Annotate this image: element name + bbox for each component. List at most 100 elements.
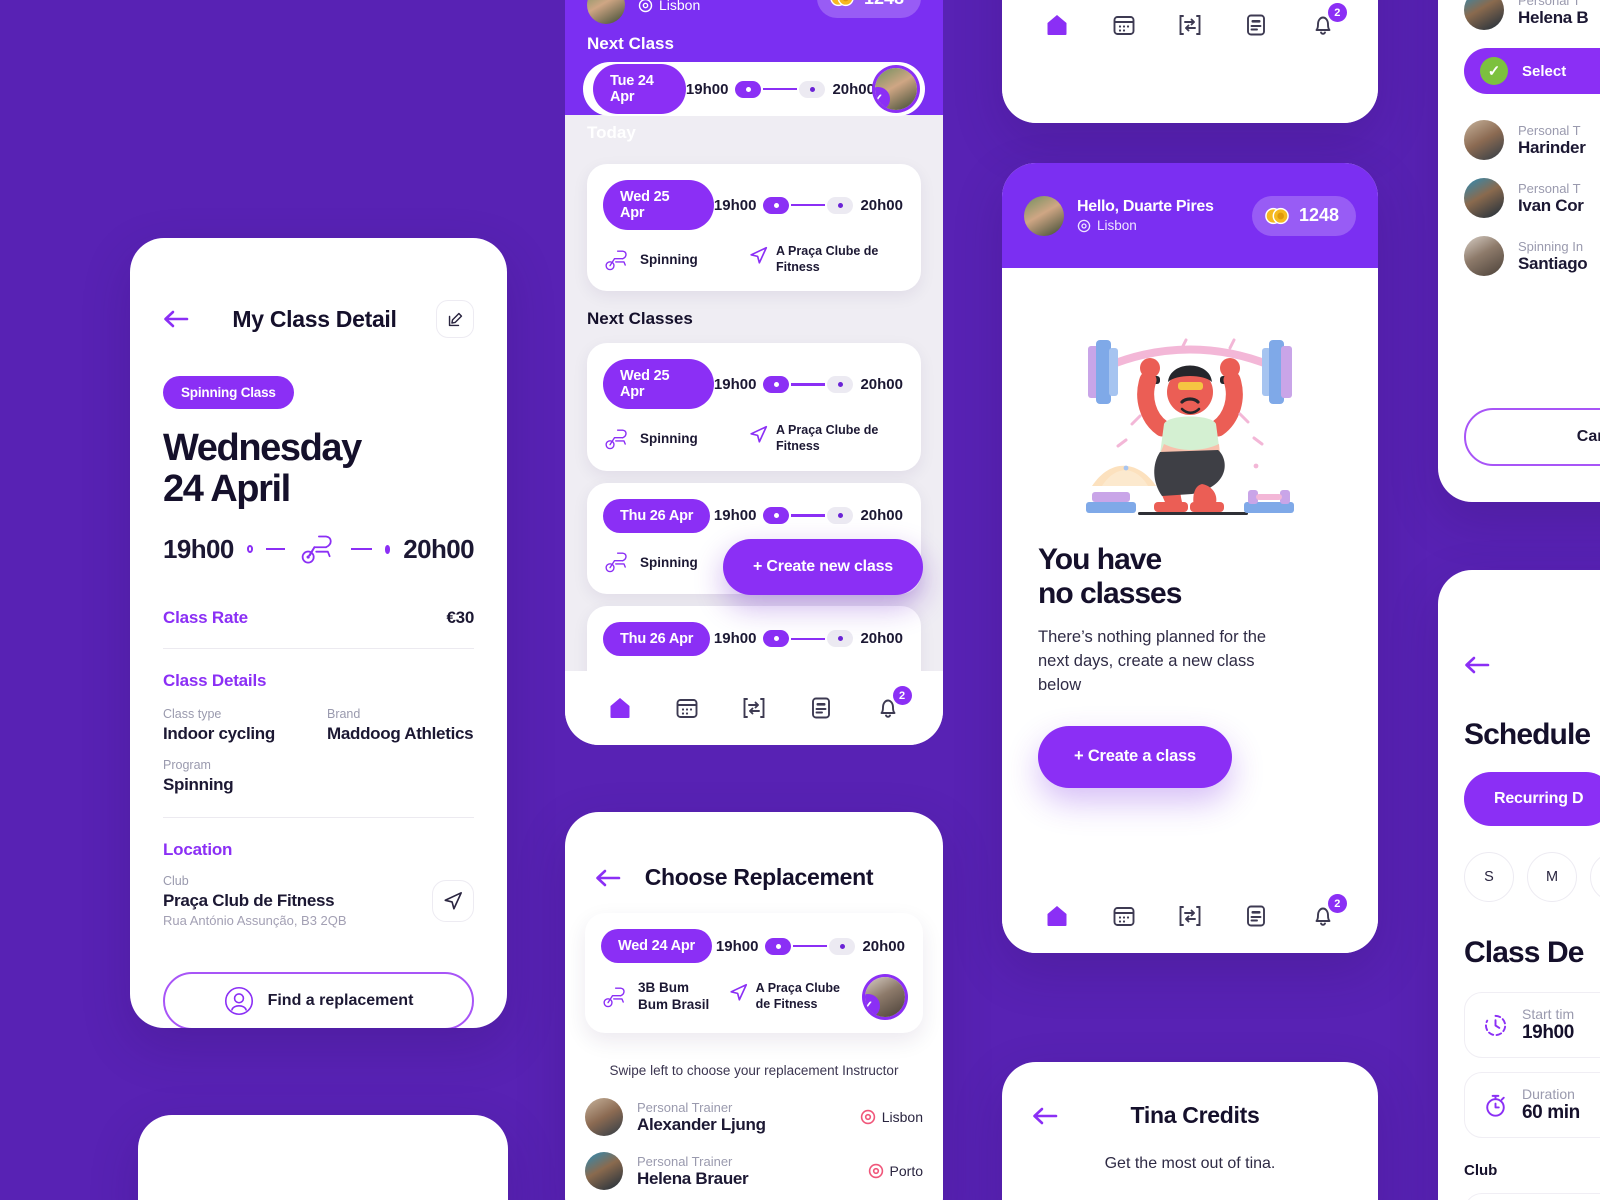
- trainer-list-item[interactable]: Personal Trainer Helena Brauer Porto: [585, 1152, 923, 1190]
- notification-badge: 2: [892, 686, 912, 705]
- replacement-class-card[interactable]: Wed 24 Apr 19h00 20h00 3B Bum Bum Brasil…: [585, 913, 923, 1033]
- field-label: Program: [163, 758, 211, 773]
- trainer-row-highlight[interactable]: Personal T Helena B: [1464, 0, 1600, 30]
- nav-home[interactable]: [1040, 8, 1074, 42]
- class-program: 3B Bum Bum Brasil: [601, 980, 715, 1014]
- class-details-title: Class De: [1464, 936, 1584, 969]
- nav-notifications[interactable]: 2: [1306, 3, 1347, 42]
- trainer-list-item[interactable]: Personal Trainer Alexander Ljung Lisbon: [585, 1098, 923, 1136]
- class-timeline: 19h00 20h00: [714, 630, 903, 648]
- avatar[interactable]: [587, 0, 625, 24]
- nav-preview-card: Thu 26 Apr 19h00 20h00: [1002, 0, 1378, 123]
- edit-button[interactable]: [436, 300, 474, 338]
- back-arrow-icon[interactable]: [1464, 656, 1494, 674]
- nav-calendar[interactable]: [1107, 8, 1141, 42]
- class-list-item[interactable]: Thu 26 Apr19h0020h00SpinningA Praça Club…: [587, 605, 921, 681]
- trainer-list: Personal Trainer Alexander Ljung Lisbon Per…: [585, 1098, 923, 1190]
- find-replacement-label: Find a replacement: [267, 992, 414, 1010]
- create-new-class-button[interactable]: + Create new class: [722, 539, 923, 595]
- location-pin-icon: [638, 0, 653, 13]
- credits-subtitle: Get the most out of tina.: [1104, 1155, 1276, 1172]
- select-trainer-item[interactable]: Spinning In Santiago: [1464, 236, 1600, 276]
- credits-chip[interactable]: 1248: [816, 0, 921, 18]
- city-label: Lisbon: [659, 0, 701, 13]
- class-type-badge: Spinning Class: [163, 376, 294, 409]
- timeline-start-dot: [763, 507, 790, 524]
- class-timeline: 19h00 20h00: [714, 196, 903, 214]
- page-title: Choose Replacement: [644, 864, 874, 890]
- empty-state-card: Hello, Duarte Pires Lisbon 1248 You have…: [1002, 163, 1378, 953]
- weekday-s[interactable]: S: [1464, 852, 1514, 902]
- partial-bottom-left-card: [138, 1115, 508, 1200]
- cancel-button[interactable]: Cancel: [1464, 408, 1600, 466]
- class-location: A Praça Clube de Fitness: [729, 981, 851, 1012]
- nav-swap[interactable]: [1173, 8, 1207, 42]
- duration-field[interactable]: Duration 60 min: [1464, 1072, 1600, 1138]
- end-time: 20h00: [832, 80, 875, 98]
- avatar: [585, 1152, 623, 1190]
- select-action-button[interactable]: ✓ Select: [1464, 48, 1600, 94]
- select-trainer-item[interactable]: Personal T Harinder: [1464, 120, 1600, 160]
- class-list-item[interactable]: Wed 25 Apr 19h00 20h00 Spinning A Praça Club…: [587, 343, 921, 471]
- timeline-line: [763, 87, 798, 91]
- field-program: Program Spinning: [163, 758, 474, 795]
- nav-home[interactable]: [603, 691, 637, 725]
- trainer-name: Alexander Ljung: [637, 1114, 766, 1134]
- nav-document[interactable]: [1239, 8, 1273, 42]
- timeline-line: [791, 637, 826, 640]
- coins-icon: [1264, 204, 1290, 228]
- nav-home[interactable]: [1040, 899, 1074, 933]
- notification-badge: 2: [1327, 894, 1347, 913]
- nav-notifications[interactable]: 2: [1306, 894, 1347, 933]
- club-address: Rua António Assunção, B3 2QB: [163, 913, 347, 929]
- next-class-row[interactable]: Tue 24 Apr 19h00 20h00 ✓: [583, 62, 925, 116]
- instructor-avatar[interactable]: ✓: [875, 68, 917, 110]
- field-value: 19h00: [1522, 1022, 1574, 1043]
- page-title: Tina Credits: [1130, 1102, 1260, 1128]
- class-location: A Praça Clube de Fitness: [749, 244, 884, 275]
- back-arrow-icon[interactable]: [163, 310, 193, 328]
- create-class-button[interactable]: + Create a class: [1038, 725, 1233, 788]
- avatar[interactable]: [1024, 195, 1064, 236]
- choose-replacement-card: Choose Replacement Wed 24 Apr 19h00 20h0…: [565, 812, 943, 1200]
- city-label: Lisbon: [1097, 218, 1137, 233]
- trainer-city: Lisbon: [860, 1109, 923, 1125]
- nav-notifications[interactable]: 2: [871, 686, 912, 725]
- nav-swap[interactable]: [1173, 899, 1207, 933]
- timeline-end-dot: [827, 375, 854, 393]
- nav-calendar[interactable]: [1107, 899, 1141, 933]
- end-time: 20h00: [403, 533, 474, 564]
- swipe-hint: Swipe left to choose your replacement In…: [609, 1063, 899, 1078]
- club-name: A Praça Clube de Fitness: [776, 423, 879, 453]
- class-rate-label: Class Rate: [163, 608, 248, 628]
- nav-document[interactable]: [1239, 899, 1273, 933]
- find-replacement-button[interactable]: Find a replacement: [163, 972, 474, 1028]
- end-time: 20h00: [860, 196, 903, 214]
- field-label: Class type: [163, 707, 222, 722]
- select-trainer-panel: Personal T Helena B ✓ Select Personal TH…: [1438, 0, 1600, 502]
- edit-pencil-icon: [447, 311, 464, 328]
- weekday-m[interactable]: M: [1527, 852, 1577, 902]
- field-value: Indoor cycling: [163, 724, 275, 744]
- select-trainer-item[interactable]: Personal T Ivan Cor: [1464, 178, 1600, 218]
- schedule-panel: Schedule Recurring D S M Class De Start …: [1438, 570, 1600, 1200]
- program-name: Spinning: [640, 554, 698, 570]
- next-classes-list: Wed 25 Apr 19h00 20h00 Spinning A Praça Club…: [587, 343, 921, 681]
- nav-swap[interactable]: [737, 691, 771, 725]
- nav-calendar[interactable]: [670, 691, 704, 725]
- bottom-nav: 2: [1002, 879, 1378, 953]
- navigate-button[interactable]: [432, 880, 474, 923]
- instructor-avatar[interactable]: ✓: [865, 977, 905, 1017]
- timeline-line: [791, 203, 826, 207]
- start-time-field[interactable]: Start tim 19h00: [1464, 992, 1600, 1058]
- next-class-day: Tue 24 Apr: [593, 64, 686, 114]
- today-class-card[interactable]: Wed 25 Apr 19h00 20h00 Spinning A Praça …: [587, 164, 921, 292]
- club-label: Club: [163, 874, 189, 889]
- credits-chip[interactable]: 1248: [1251, 195, 1356, 236]
- tina-credits-card: Tina Credits Get the most out of tina.: [1002, 1062, 1378, 1200]
- recurring-tab[interactable]: Recurring D: [1464, 772, 1600, 826]
- trainer-role: Personal T: [1518, 122, 1581, 138]
- club-select-input[interactable]: Select or cre: [1464, 1193, 1600, 1200]
- nav-document[interactable]: [804, 691, 838, 725]
- weekday-next[interactable]: [1590, 852, 1600, 902]
